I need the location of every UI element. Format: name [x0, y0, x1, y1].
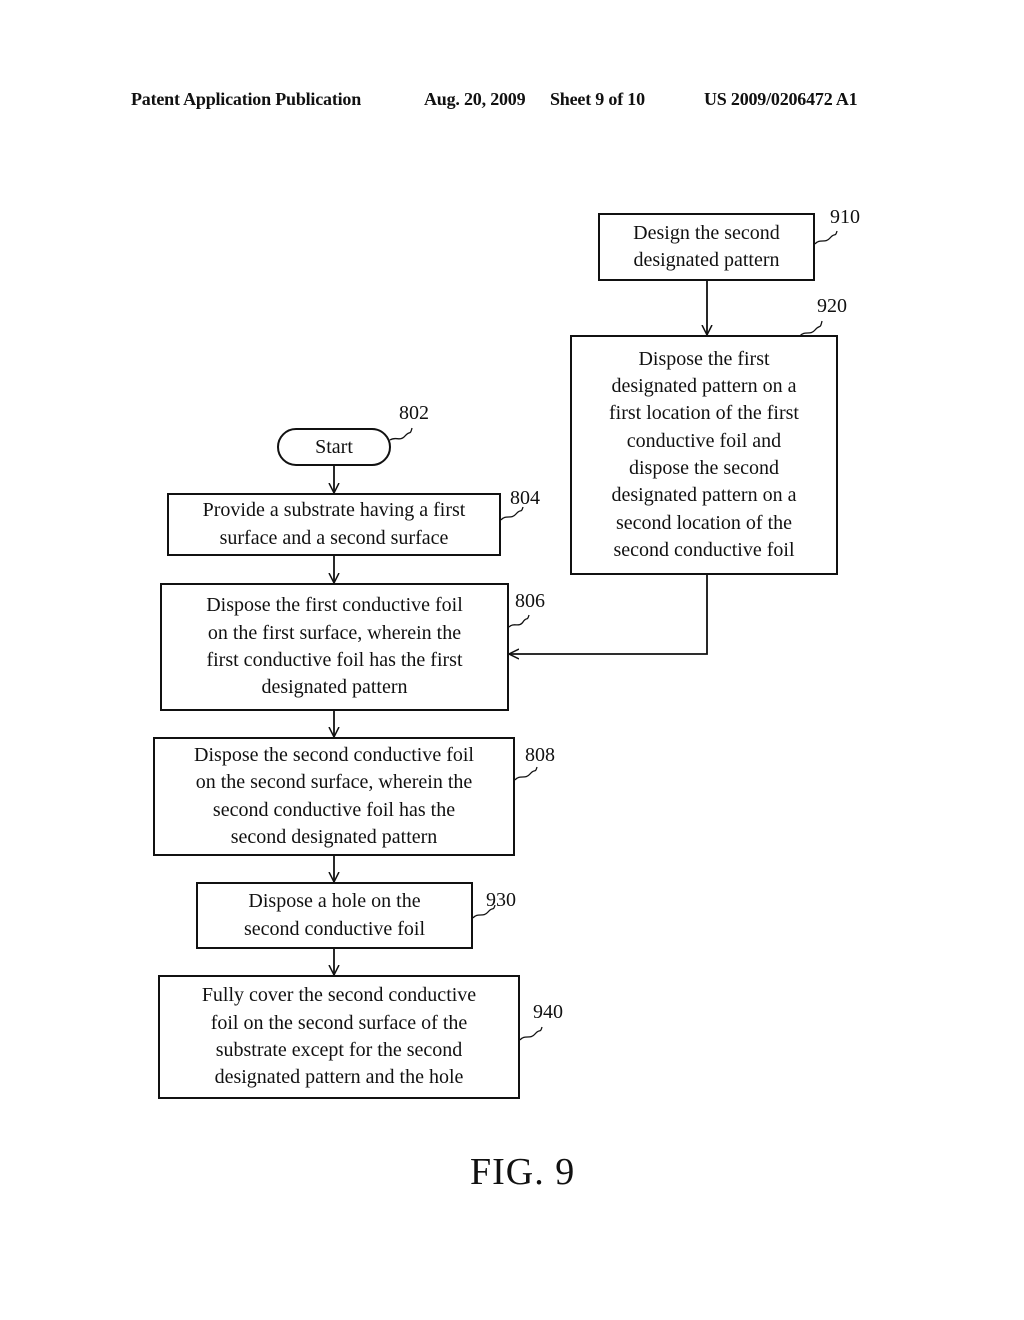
- step-930-line: Dispose a hole on the: [248, 890, 421, 913]
- leader-808: [514, 766, 538, 781]
- step-920-line: dispose the second: [629, 457, 779, 479]
- step-920-line: first location of the first: [609, 402, 799, 425]
- ref-930: 930: [486, 889, 516, 911]
- step-920-line: designated pattern on a: [611, 484, 797, 507]
- ref-806: 806: [515, 590, 545, 612]
- figure-label: FIG. 9: [470, 1151, 576, 1193]
- step-808-line: second designated pattern: [230, 825, 438, 848]
- step-806-line: first conductive foil has the first: [206, 649, 463, 671]
- ref-940: 940: [533, 1001, 563, 1023]
- step-box-806: Dispose the first conductive foil on the…: [160, 583, 509, 711]
- step-930-line: second conductive foil: [243, 917, 426, 940]
- step-940-line: substrate except for the second: [215, 1039, 463, 1061]
- step-920-line: Dispose the first: [638, 347, 770, 370]
- connectors: [0, 230, 838, 1041]
- step-box-940: Fully cover the second conductive foil o…: [158, 975, 520, 1099]
- step-808-line: Dispose the second conductive foil: [194, 743, 474, 766]
- step-806-line: Dispose the first conductive foil: [206, 594, 463, 617]
- step-box-920: Dispose the first designated pattern on …: [570, 335, 838, 575]
- step-box-930: Dispose a hole on the second conductive …: [196, 882, 473, 949]
- step-910-line: designated pattern: [633, 249, 780, 271]
- step-920-line: second conductive foil: [613, 538, 795, 561]
- leader-940: [519, 1026, 543, 1041]
- leader-806: [508, 614, 530, 628]
- ref-804: 804: [510, 487, 540, 509]
- arrow-920-to-806: [509, 575, 708, 654]
- step-940-line: foil on the second surface of the: [210, 1011, 468, 1034]
- step-806-line: on the first surface, wherein the: [207, 621, 462, 644]
- step-box-808: Dispose the second conductive foil on th…: [153, 737, 515, 856]
- step-box-804: Provide a substrate having a first surfa…: [167, 493, 501, 556]
- start-label: Start: [315, 435, 353, 458]
- step-804-line: Provide a substrate having a first: [202, 499, 466, 522]
- step-806-line: designated pattern: [261, 676, 408, 699]
- ref-920: 920: [817, 295, 847, 317]
- leader-910: [814, 230, 838, 245]
- leader-920: [799, 320, 823, 337]
- ref-802: 802: [399, 402, 429, 424]
- step-920-line: second location of the: [615, 511, 793, 534]
- step-920-line: designated pattern on a: [611, 375, 797, 398]
- start-terminator: Start: [277, 428, 391, 466]
- step-808-line: on the second surface, wherein the: [195, 771, 473, 794]
- ref-910: 910: [830, 206, 860, 228]
- step-940-line: Fully cover the second conductive: [201, 984, 477, 1007]
- step-804-line: surface and a second surface: [219, 526, 449, 549]
- step-920-line: conductive foil and: [626, 429, 782, 452]
- ref-808: 808: [525, 744, 555, 766]
- step-940-line: designated pattern and the hole: [214, 1066, 464, 1089]
- step-808-line: second conductive foil has the: [212, 798, 456, 821]
- step-box-910: Design the second designated pattern: [598, 213, 815, 281]
- leader-802: [389, 427, 413, 441]
- step-910-line: Design the second: [633, 221, 780, 244]
